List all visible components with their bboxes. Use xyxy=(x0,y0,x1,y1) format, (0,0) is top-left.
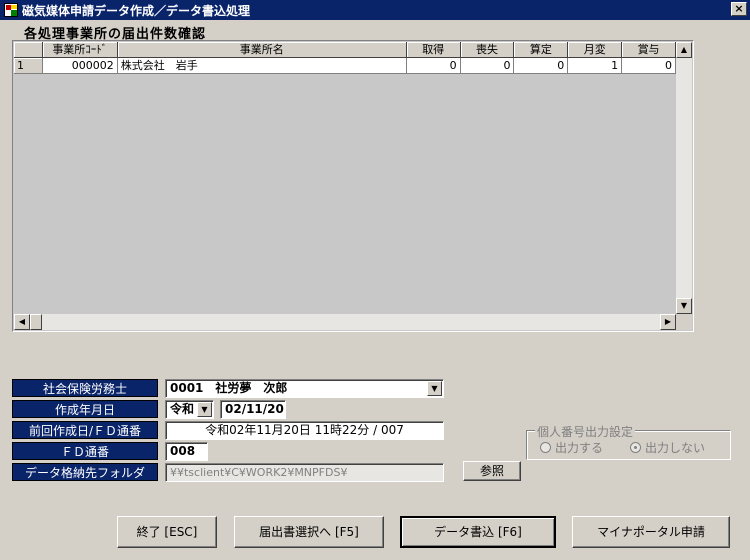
group-title: 個人番号出力設定 xyxy=(535,423,636,440)
scrollbar-corner xyxy=(676,314,692,330)
exit-button[interactable]: 終了 [ESC] xyxy=(117,516,217,548)
table-row[interactable]: 1 000002 株式会社 岩手 0 0 0 1 0 xyxy=(14,58,676,74)
header-cell[interactable]: 事業所名 xyxy=(117,42,407,58)
era-select[interactable]: 令和 ▼ xyxy=(165,400,214,419)
browse-button[interactable]: 参照 xyxy=(463,461,521,481)
created-date-label: 作成年月日 xyxy=(12,400,158,418)
prev-created-label: 前回作成日/ＦＤ通番 xyxy=(12,421,158,439)
close-button[interactable]: × xyxy=(731,2,747,16)
chevron-down-icon[interactable]: ▼ xyxy=(427,381,442,396)
data-folder-label: データ格納先フォルダ xyxy=(12,463,158,481)
horizontal-scroll-thumb[interactable] xyxy=(30,314,42,330)
scroll-left-icon[interactable]: ◀ xyxy=(14,314,30,330)
select-forms-button[interactable]: 届出書選択へ [F5] xyxy=(234,516,384,548)
grid-header-row: 事業所ｺｰﾄﾞ 事業所名 取得 喪失 算定 月変 賞与 xyxy=(14,42,676,58)
acquisition-cell[interactable]: 0 xyxy=(406,58,461,74)
row-number[interactable]: 1 xyxy=(14,58,43,74)
loss-cell[interactable]: 0 xyxy=(460,58,515,74)
scroll-right-icon[interactable]: ▶ xyxy=(660,314,676,330)
window-title: 磁気媒体申請データ作成／データ書込処理 xyxy=(22,3,251,18)
grid-body: 事業所ｺｰﾄﾞ 事業所名 取得 喪失 算定 月変 賞与 1 000002 株式会… xyxy=(14,42,676,314)
prev-created-value: 令和02年11月20日 11時22分 / 007 xyxy=(205,423,404,437)
header-cell xyxy=(14,42,43,58)
header-cell[interactable]: 喪失 xyxy=(460,42,515,58)
date-input[interactable]: 02/11/20 xyxy=(220,400,286,419)
vertical-scrollbar[interactable]: ▲ ▼ xyxy=(676,42,692,314)
radio-no-output-label: 出力しない xyxy=(645,441,706,455)
chevron-down-icon[interactable]: ▼ xyxy=(197,402,212,417)
mynaportal-button[interactable]: マイナポータル申請 xyxy=(572,516,730,548)
scroll-down-icon[interactable]: ▼ xyxy=(676,298,692,314)
monthly-change-cell[interactable]: 1 xyxy=(568,58,623,74)
sharoushi-label: 社会保険労務士 xyxy=(12,379,158,397)
radio-no-output[interactable]: 出力しない xyxy=(630,439,705,456)
office-code-cell[interactable]: 000002 xyxy=(42,58,118,74)
office-name-cell[interactable]: 株式会社 岩手 xyxy=(117,58,407,74)
header-cell[interactable]: 賞与 xyxy=(622,42,676,58)
radio-on-icon xyxy=(630,442,641,453)
header-cell[interactable]: 算定 xyxy=(514,42,569,58)
calculation-cell[interactable]: 0 xyxy=(514,58,569,74)
header-cell[interactable]: 月変 xyxy=(568,42,623,58)
data-folder-input[interactable]: ¥¥tsclient¥C¥WORK2¥MNPFDS¥ xyxy=(165,463,444,482)
sharoushi-select[interactable]: 0001 社労夢 次郎 ▼ xyxy=(165,379,444,398)
era-value: 令和 xyxy=(170,402,195,416)
mynumber-output-group: 個人番号出力設定 出力する 出力しない xyxy=(526,423,731,460)
bonus-cell[interactable]: 0 xyxy=(622,58,676,74)
office-count-grid[interactable]: 事業所ｺｰﾄﾞ 事業所名 取得 喪失 算定 月変 賞与 1 000002 株式会… xyxy=(12,40,694,332)
header-cell[interactable]: 事業所ｺｰﾄﾞ xyxy=(42,42,118,58)
radio-output-label: 出力する xyxy=(555,441,604,455)
header-cell[interactable]: 取得 xyxy=(406,42,461,58)
radio-off-icon xyxy=(540,442,551,453)
fd-number-input[interactable]: 008 xyxy=(165,442,208,461)
scroll-up-icon[interactable]: ▲ xyxy=(676,42,692,58)
horizontal-scrollbar[interactable]: ◀ ▶ xyxy=(14,314,676,330)
sharoushi-value: 0001 社労夢 次郎 xyxy=(170,381,288,395)
title-bar: 磁気媒体申請データ作成／データ書込処理 × xyxy=(0,0,750,20)
fd-number-label: ＦＤ通番 xyxy=(12,442,158,460)
app-icon xyxy=(4,3,18,17)
fd-number-value: 008 xyxy=(170,444,196,458)
prev-created-field: 令和02年11月20日 11時22分 / 007 xyxy=(165,421,444,440)
data-folder-value: ¥¥tsclient¥C¥WORK2¥MNPFDS¥ xyxy=(170,466,348,479)
date-value: 02/11/20 xyxy=(225,402,284,416)
write-data-button[interactable]: データ書込 [F6] xyxy=(400,516,556,548)
radio-output[interactable]: 出力する xyxy=(540,439,603,456)
